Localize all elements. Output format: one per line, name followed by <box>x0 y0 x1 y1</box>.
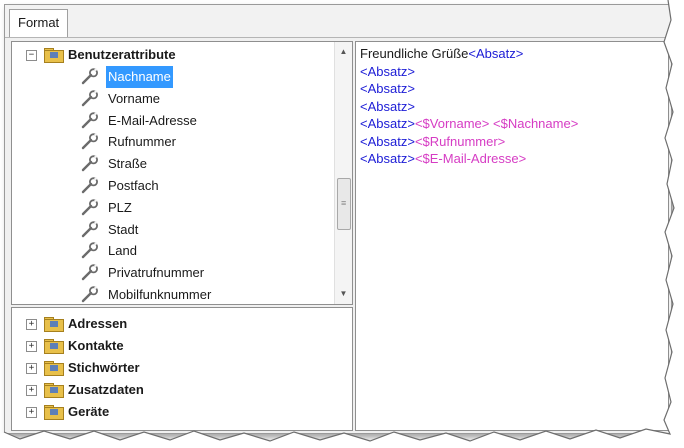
editor-content[interactable]: Freundliche Grüße<Absatz> <Absatz> <Absatz… <box>360 45 578 168</box>
wrench-icon <box>80 155 100 173</box>
scroll-up-icon[interactable]: ▲ <box>335 44 352 60</box>
attribute-item-label: Mobilfunknummer <box>108 287 212 302</box>
wrench-icon <box>80 198 100 217</box>
attribute-item[interactable]: Stadt <box>20 219 325 241</box>
editor-line: <Absatz><$Vorname> <$Nachname> <box>360 115 578 133</box>
attribute-item[interactable]: Privatrufnummer <box>20 262 325 284</box>
tab-format[interactable]: Format <box>9 9 69 37</box>
wrench-icon <box>80 220 100 239</box>
signature-editor[interactable]: Freundliche Grüße<Absatz> <Absatz> <Absatz… <box>355 41 669 431</box>
folder-icon <box>44 317 64 332</box>
paragraph-tag: <Absatz> <box>360 98 415 114</box>
editor-line: <Absatz> <box>360 80 578 98</box>
field-placeholder: <$E-Mail-Adresse> <box>414 151 527 166</box>
group-item-label: Stichwörter <box>68 360 140 375</box>
tab-strip: Format <box>5 5 671 38</box>
expand-icon[interactable]: + <box>26 363 37 374</box>
group-item[interactable]: + Kontakte <box>20 335 340 357</box>
editor-line: <Absatz> <box>360 63 578 81</box>
attribute-item-label: Vorname <box>108 90 161 106</box>
attribute-item[interactable]: Land <box>20 240 325 262</box>
attribute-item-label: Stadt <box>108 221 139 237</box>
group-item[interactable]: + Adressen <box>20 313 340 335</box>
paragraph-tag: <Absatz> <box>360 81 415 96</box>
attribute-tree-pane: − Benutzerattribute Nachname Vorname E-Mai… <box>11 41 353 305</box>
wrench-icon <box>80 111 100 130</box>
attribute-item[interactable]: Straße <box>20 153 325 175</box>
attribute-item-label: PLZ <box>108 199 132 215</box>
field-placeholder: <$Rufnummer> <box>414 133 506 149</box>
folder-icon <box>44 361 64 376</box>
group-item-label: Zusatzdaten <box>68 382 144 397</box>
paragraph-tag: <Absatz> <box>360 63 415 79</box>
attribute-item-label: Nachname <box>106 66 173 88</box>
editor-text: Freundliche Grüße <box>360 46 469 61</box>
group-item[interactable]: + Zusatzdaten <box>20 379 340 401</box>
attribute-item-label: Postfach <box>108 178 159 193</box>
vertical-scrollbar[interactable]: ▲ ≡ ▼ <box>334 42 352 304</box>
attribute-item[interactable]: PLZ <box>20 197 325 219</box>
wrench-icon <box>80 286 100 304</box>
group-item[interactable]: + Geräte <box>20 401 340 423</box>
scrollbar-thumb[interactable]: ≡ <box>337 178 351 230</box>
editor-line: <Absatz><$E-Mail-Adresse> <box>360 150 578 168</box>
folder-icon <box>44 383 64 398</box>
wrench-icon <box>80 264 100 282</box>
editor-line: <Absatz><$Rufnummer> <box>360 133 578 151</box>
group-tree-pane: + Adressen + Kontakte + Stichwörter + Zusatzdat… <box>11 307 353 431</box>
group-item-label: Kontakte <box>68 338 124 353</box>
wrench-icon <box>80 242 100 260</box>
attribute-item[interactable]: Postfach <box>20 175 325 197</box>
paragraph-tag: <Absatz> <box>360 116 415 131</box>
attribute-item[interactable]: Mobilfunknummer <box>20 284 325 304</box>
field-placeholder: <$Nachname> <box>493 116 579 131</box>
attribute-item[interactable]: Nachname <box>20 66 325 88</box>
attribute-item-label: Straße <box>108 156 148 172</box>
expand-icon[interactable]: + <box>26 319 37 330</box>
attribute-item[interactable]: Rufnummer <box>20 131 325 153</box>
scroll-down-icon[interactable]: ▼ <box>335 286 352 302</box>
group-item-label: Adressen <box>68 316 128 331</box>
tree-root-benutzerattribute[interactable]: − Benutzerattribute <box>20 44 330 66</box>
paragraph-tag: <Absatz> <box>468 46 524 61</box>
paragraph-tag: <Absatz> <box>360 151 415 166</box>
group-item-label: Geräte <box>68 404 110 419</box>
editor-line: <Absatz> <box>360 98 578 116</box>
wrench-icon <box>80 177 100 195</box>
wrench-icon <box>80 89 100 108</box>
format-window: Format − Benutzerattribute Nachname Vorna… <box>4 4 672 434</box>
field-placeholder: <$Vorname> <box>414 116 490 131</box>
folder-icon <box>44 405 64 420</box>
tree-root-label: Benutzerattribute <box>68 47 176 62</box>
grip-icon: ≡ <box>341 198 347 208</box>
attribute-item-label: Land <box>108 243 137 259</box>
group-item[interactable]: + Stichwörter <box>20 357 340 379</box>
editor-line: Freundliche Grüße<Absatz> <box>360 45 578 63</box>
paragraph-tag: <Absatz> <box>360 133 415 149</box>
expand-icon[interactable]: + <box>26 341 37 352</box>
attribute-item[interactable]: Vorname <box>20 88 325 110</box>
folder-icon <box>44 48 64 63</box>
wrench-icon <box>80 133 100 151</box>
expand-icon[interactable]: + <box>26 385 37 396</box>
expand-icon[interactable]: + <box>26 407 37 418</box>
attribute-item-label: E-Mail-Adresse <box>108 112 197 128</box>
collapse-icon[interactable]: − <box>26 50 37 61</box>
folder-icon <box>44 339 64 354</box>
attribute-item[interactable]: E-Mail-Adresse <box>20 110 325 132</box>
attribute-item-label: Privatrufnummer <box>108 265 205 281</box>
attribute-item-label: Rufnummer <box>108 134 176 150</box>
wrench-icon <box>80 68 100 86</box>
